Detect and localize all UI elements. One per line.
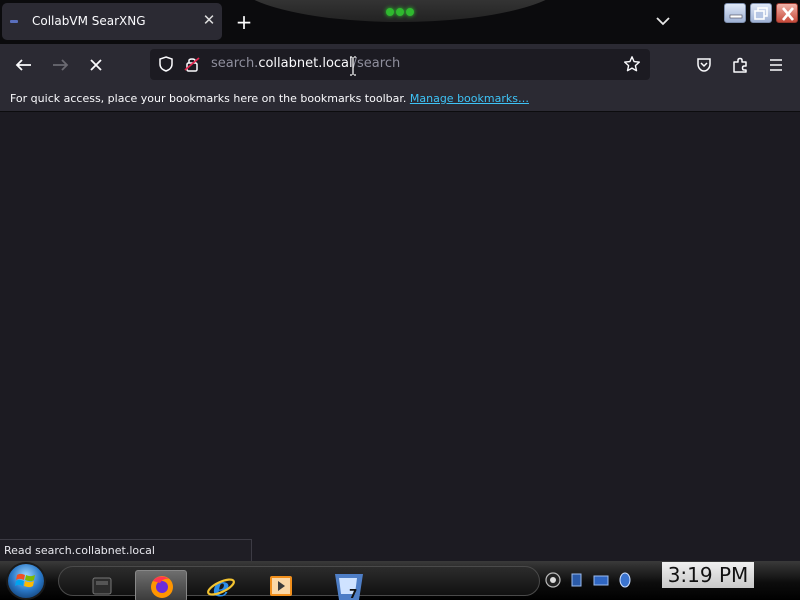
windows-orb-icon[interactable] xyxy=(6,562,46,600)
page-content[interactable] xyxy=(0,113,800,561)
url-path: /search xyxy=(352,56,401,71)
star-icon[interactable] xyxy=(622,54,642,74)
searxng-favicon-icon xyxy=(10,20,18,23)
status-panel: Read search.collabnet.local xyxy=(0,539,252,561)
url-field[interactable]: search.collabnet.local/search xyxy=(211,56,400,71)
media-player-icon[interactable] xyxy=(255,570,307,600)
network-icon[interactable] xyxy=(568,571,586,589)
explorer-icon[interactable] xyxy=(77,570,129,600)
close-icon[interactable] xyxy=(776,3,798,23)
windows7-icon[interactable]: 7 xyxy=(323,570,375,600)
chevron-down-icon[interactable] xyxy=(652,10,674,32)
volume-icon[interactable] xyxy=(544,571,562,589)
shield-icon[interactable] xyxy=(156,54,176,74)
taskbar-apps: e 7 xyxy=(58,566,540,600)
url-bar[interactable]: search.collabnet.local/search xyxy=(150,49,650,80)
insecure-lock-icon[interactable] xyxy=(182,54,202,74)
stop-icon[interactable] xyxy=(82,51,110,79)
menu-icon[interactable] xyxy=(762,51,790,79)
url-host: collabnet.local xyxy=(258,56,353,71)
firefox-icon[interactable] xyxy=(135,570,187,600)
bookmarks-hint: For quick access, place your bookmarks h… xyxy=(10,92,407,105)
status-text: Read search.collabnet.local xyxy=(4,544,155,557)
tab-close-icon[interactable]: ✕ xyxy=(198,9,220,31)
security-icon[interactable] xyxy=(616,571,634,589)
tab-strip: CollabVM SearXNG ✕ + xyxy=(0,0,800,44)
navigation-toolbar: search.collabnet.local/search xyxy=(0,44,800,86)
arrow-right-icon[interactable] xyxy=(46,51,74,79)
theme-lights-icon xyxy=(384,8,416,18)
manage-bookmarks-link[interactable]: Manage bookmarks… xyxy=(410,92,529,105)
bookmarks-empty-message: For quick access, place your bookmarks h… xyxy=(10,92,529,105)
arrow-left-icon[interactable] xyxy=(10,51,38,79)
window-controls xyxy=(724,3,800,25)
taskbar-clock[interactable]: 3:19 PM xyxy=(662,562,754,588)
bookmarks-toolbar: For quick access, place your bookmarks h… xyxy=(0,86,800,112)
tab-collabvm-searxng[interactable]: CollabVM SearXNG ✕ xyxy=(2,3,222,40)
action-center-icon[interactable] xyxy=(592,571,610,589)
restore-icon[interactable] xyxy=(750,3,772,23)
pocket-icon[interactable] xyxy=(690,51,718,79)
tab-title: CollabVM SearXNG xyxy=(32,14,146,28)
svg-text:e: e xyxy=(213,573,230,600)
minimize-icon[interactable] xyxy=(724,3,746,23)
new-tab-button[interactable]: + xyxy=(232,10,256,34)
screen: CollabVM SearXNG ✕ + search.collabnet.lo… xyxy=(0,0,800,600)
system-tray xyxy=(544,566,660,596)
extensions-icon[interactable] xyxy=(726,51,754,79)
svg-text:7: 7 xyxy=(349,587,357,600)
internet-explorer-icon[interactable]: e xyxy=(195,570,247,600)
text-cursor-icon xyxy=(348,55,358,77)
url-subdomain: search. xyxy=(211,56,259,71)
